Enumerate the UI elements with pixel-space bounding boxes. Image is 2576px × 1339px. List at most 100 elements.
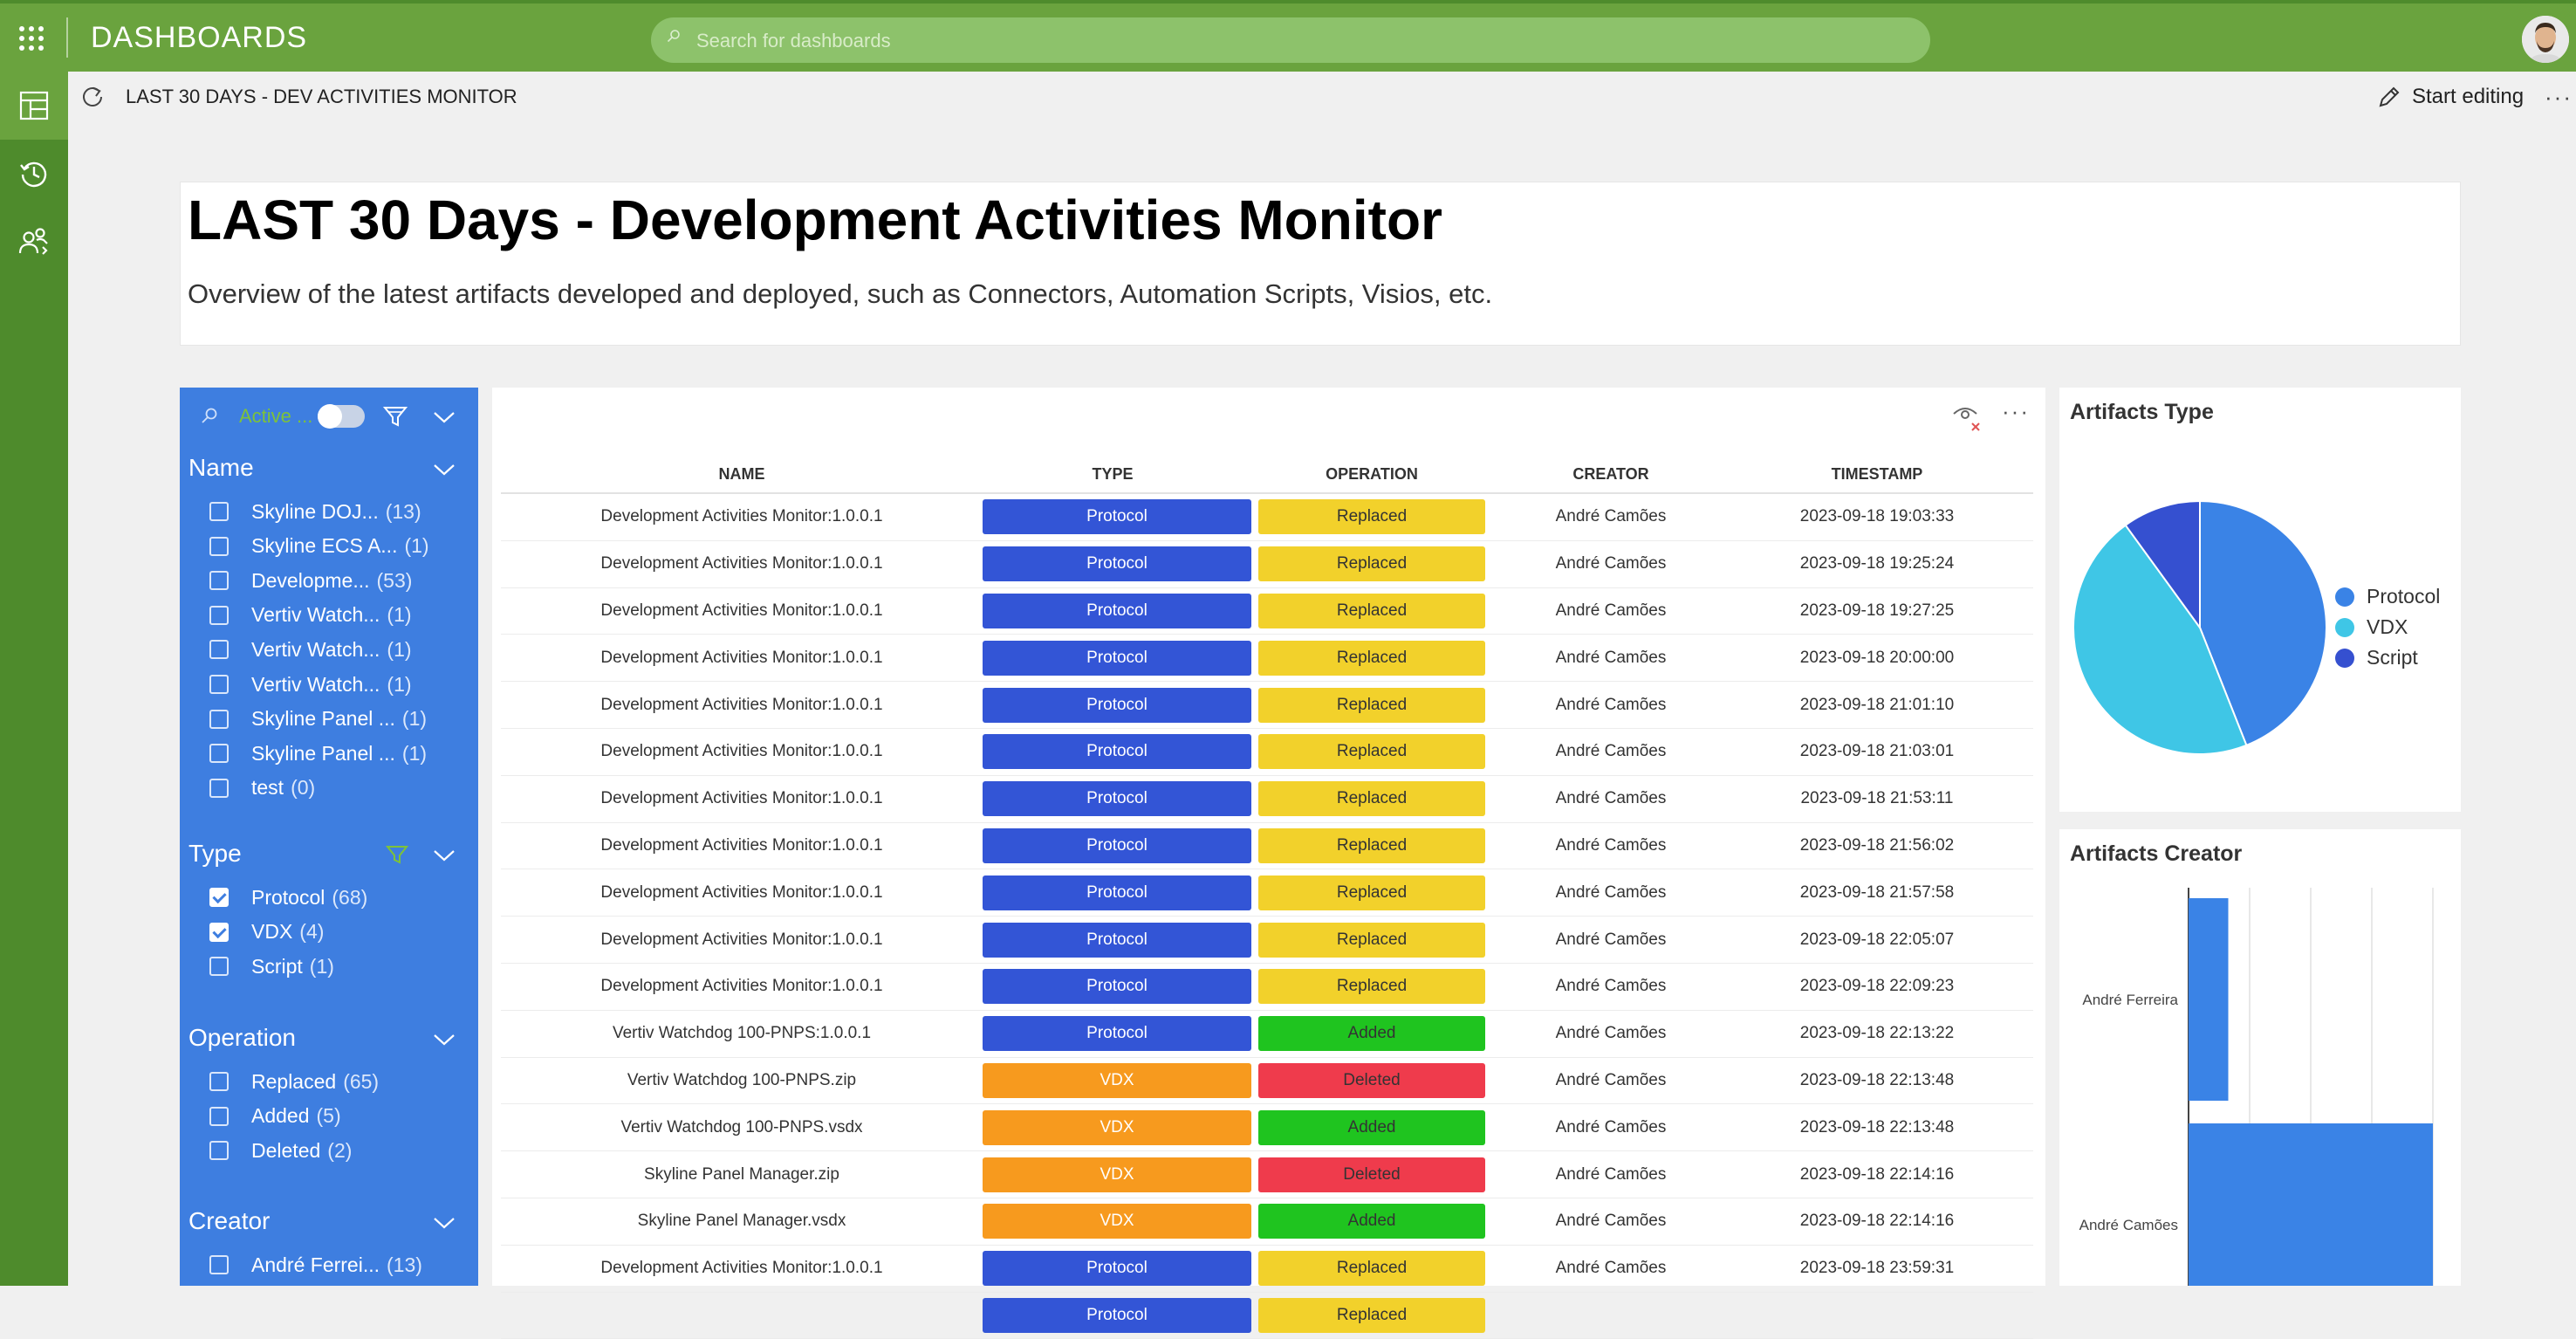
search-input[interactable] [695,17,1902,65]
chevron-down-icon[interactable] [433,1216,456,1230]
filter-section-title[interactable]: Creator [188,1207,270,1235]
filter-option-count: (1) [309,954,334,978]
filter-checkbox[interactable] [209,744,229,764]
bar-1[interactable] [2189,1123,2433,1286]
filter-checkbox[interactable] [209,1072,229,1091]
filter-checkbox[interactable] [209,778,229,798]
column-header[interactable]: CREATOR [1501,456,1721,494]
rail-item-history[interactable] [0,140,68,208]
chevron-down-icon[interactable] [433,463,456,477]
table-row[interactable]: Vertiv Watchdog 100-PNPS:1.0.0.1 Protocol… [501,1010,2033,1058]
column-header[interactable]: OPERATION [1243,456,1501,494]
chevron-down-icon[interactable] [433,410,456,424]
search-box[interactable] [651,17,1930,65]
type-badge: Protocol [983,734,1251,770]
filter-checkbox[interactable] [209,957,229,977]
more-icon[interactable]: ··· [2545,84,2573,111]
legend-item[interactable]: VDX [2335,612,2440,642]
table-row[interactable]: Development Activities Monitor:1.0.0.1 Pr… [501,493,2033,541]
table-row[interactable]: Skyline Panel Manager.vsdx VDX Added André … [501,1198,2033,1246]
table-row[interactable]: Vertiv Watchdog 100-PNPS.zip VDX Deleted An… [501,1057,2033,1105]
filter-checkbox[interactable] [209,571,229,591]
rail-item-dashboards[interactable] [0,72,68,140]
filter-option[interactable]: VDX (4) [209,915,324,950]
table-row[interactable]: Development Activities Monitor:1.0.0.1 Pr… [501,775,2033,823]
operation-cell: Replaced [1243,728,1501,776]
filter-checkbox[interactable] [209,536,229,556]
table-row[interactable]: Development Activities Monitor:1.0.0.1 Pr… [501,963,2033,1011]
filter-section-title[interactable]: Operation [188,1024,296,1052]
filter-option[interactable]: Added (5) [209,1099,341,1134]
filter-icon[interactable] [386,843,408,866]
filter-option[interactable]: Replaced (65) [209,1064,379,1099]
filter-icon[interactable] [382,403,408,429]
filter-checkbox[interactable] [209,922,229,942]
rail-item-users[interactable] [0,208,68,276]
operation-badge: Deleted [1258,1157,1485,1192]
type-cell: Protocol [983,963,1251,1011]
operation-badge: Replaced [1258,593,1485,628]
user-avatar[interactable] [2522,16,2569,63]
column-header[interactable]: TIMESTAMP [1721,456,2033,494]
filter-checkbox[interactable] [209,1255,229,1274]
table-row[interactable]: Development Activities Monitor:1.0.0.1 Pr… [501,681,2033,729]
operation-cell: Replaced [1243,540,1501,588]
column-header[interactable]: NAME [501,456,983,494]
bar-category-label: André Ferreira [2082,992,2178,1008]
filter-checkbox[interactable] [209,640,229,660]
type-badge: Protocol [983,1251,1251,1287]
filter-checkbox[interactable] [209,1141,229,1161]
filter-option[interactable]: Skyline Panel ... (1) [209,736,427,771]
filter-checkbox[interactable] [209,675,229,694]
table-row[interactable]: Development Activities Monitor:1.0.0.1 Pr… [501,728,2033,776]
refresh-icon[interactable] [80,84,105,108]
chevron-down-icon[interactable] [433,848,456,862]
start-editing-button[interactable]: Start editing [2377,80,2524,113]
operation-cell: Replaced [1243,775,1501,823]
more-icon[interactable]: ··· [2002,398,2030,425]
active-toggle[interactable] [318,404,365,429]
filter-option[interactable]: André Ferrei... (13) [209,1247,422,1282]
table-row[interactable]: Development Activities Monitor:1.0.0.1 Pr… [501,540,2033,588]
filter-option-label: Vertiv Watch... [251,637,380,661]
filter-checkbox[interactable] [209,1106,229,1126]
table-row[interactable]: Development Activities Monitor:1.0.0.1 Pr… [501,634,2033,683]
search-icon[interactable] [201,407,218,424]
filter-option[interactable]: Skyline ECS A... (1) [209,529,429,564]
filter-option[interactable]: Developme... (53) [209,563,412,598]
legend-item[interactable]: Protocol [2335,581,2440,612]
filter-option[interactable]: Deleted (2) [209,1133,352,1168]
pie-chart-title: Artifacts Type [2070,400,2214,424]
table-row[interactable]: Skyline Panel Manager.zip VDX Deleted André… [501,1150,2033,1198]
table-row[interactable]: Vertiv Watchdog 100-PNPS.vsdx VDX Added And… [501,1103,2033,1152]
chevron-down-icon[interactable] [433,1033,456,1047]
filter-option[interactable]: Vertiv Watch... (1) [209,632,412,667]
table-row[interactable]: Protocol Replaced [501,1292,2033,1339]
filter-option[interactable]: Vertiv Watch... (1) [209,598,412,633]
filter-option[interactable]: Protocol (68) [209,880,367,915]
eye-icon[interactable] [1951,402,1983,433]
filter-section-title[interactable]: Type [188,840,242,868]
apps-grid-icon[interactable] [19,26,44,51]
filter-checkbox[interactable] [209,888,229,907]
table-row[interactable]: Development Activities Monitor:1.0.0.1 Pr… [501,869,2033,917]
filter-option[interactable]: Vertiv Watch... (1) [209,667,412,702]
filter-panel: Active ... Name Skyline DOJ... (13) Skyline… [180,388,478,1286]
filter-option[interactable]: Skyline DOJ... (13) [209,494,421,529]
filter-section-title[interactable]: Name [188,454,254,482]
table-row[interactable]: Development Activities Monitor:1.0.0.1 Pr… [501,587,2033,635]
table-row[interactable]: Development Activities Monitor:1.0.0.1 Pr… [501,1245,2033,1293]
filter-checkbox[interactable] [209,709,229,729]
filter-option[interactable]: Skyline Panel ... (1) [209,702,427,737]
filter-checkbox[interactable] [209,502,229,521]
column-header[interactable]: TYPE [983,456,1243,494]
filter-option[interactable]: test (0) [209,771,315,806]
table-row[interactable]: Development Activities Monitor:1.0.0.1 Pr… [501,822,2033,870]
legend-item[interactable]: Script [2335,642,2440,673]
bar-0[interactable] [2189,898,2229,1101]
operation-badge: Replaced [1258,922,1485,958]
filter-option-count: (53) [376,568,413,592]
filter-checkbox[interactable] [209,605,229,625]
table-row[interactable]: Development Activities Monitor:1.0.0.1 Pr… [501,916,2033,964]
filter-option[interactable]: Script (1) [209,949,334,984]
